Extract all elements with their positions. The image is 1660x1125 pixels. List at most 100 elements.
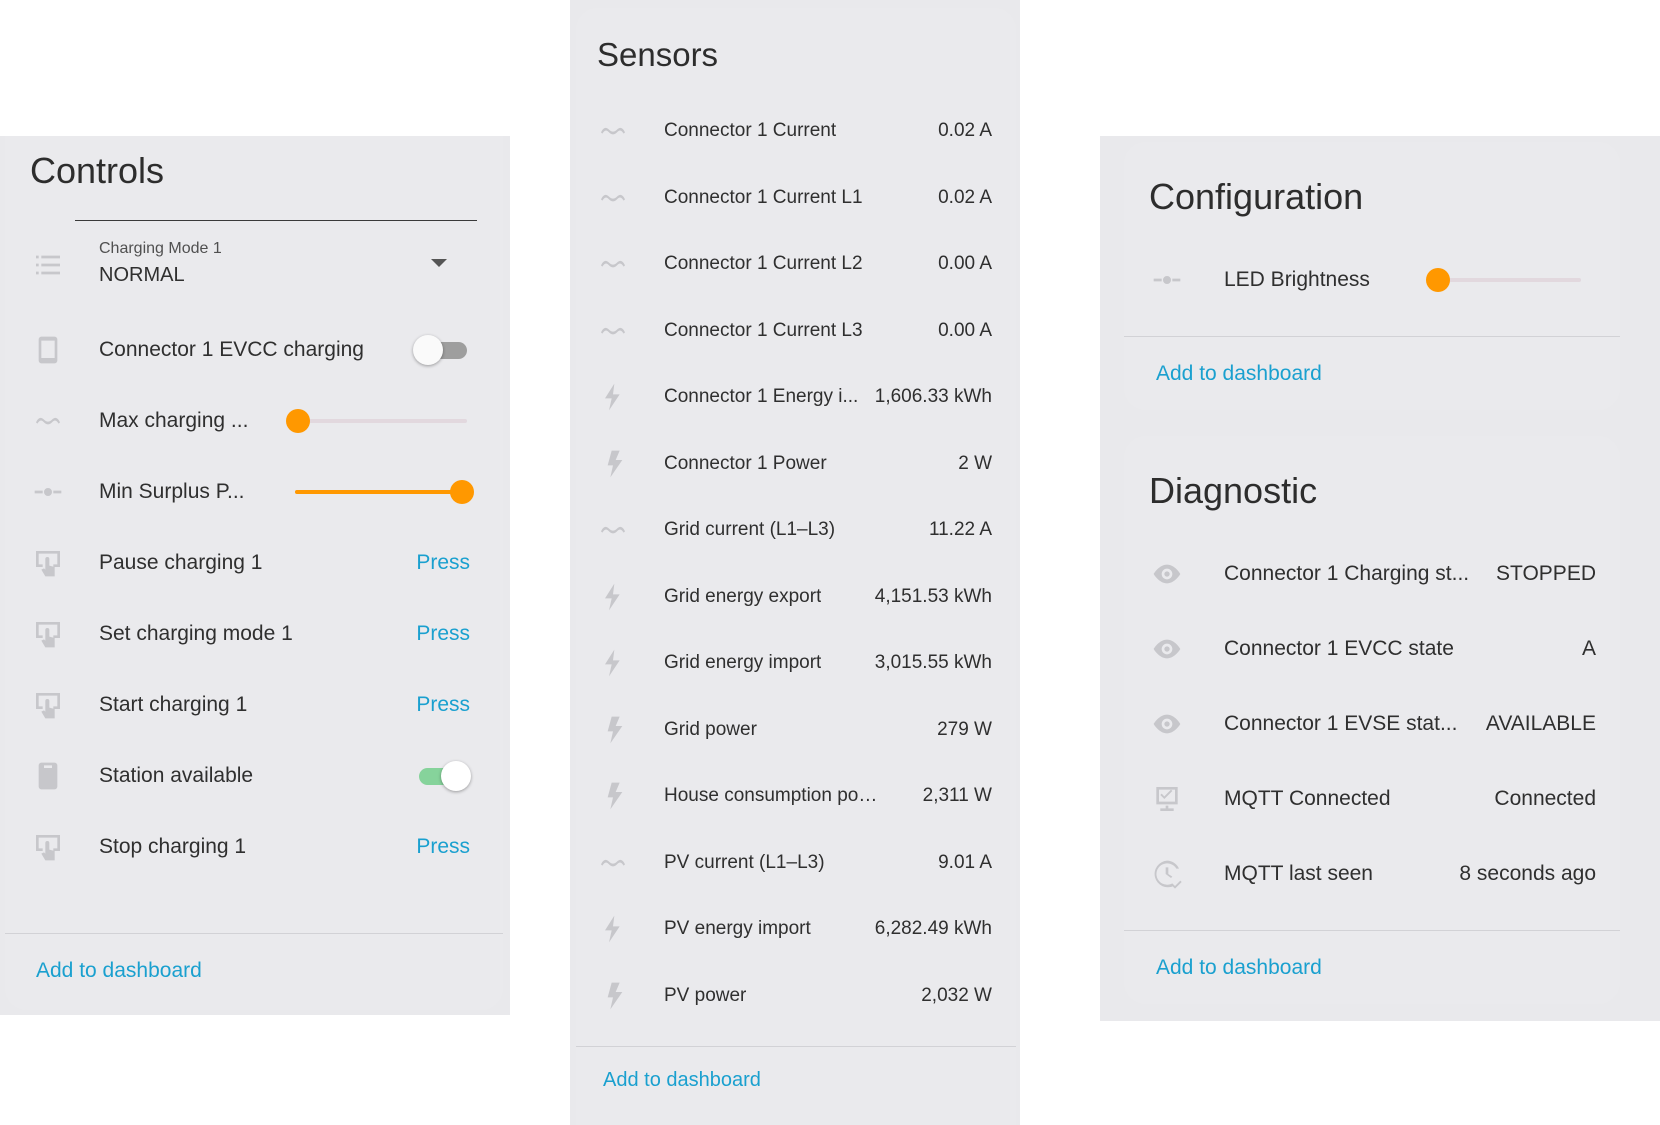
diagnostic-value: Connected [1494,786,1596,810]
diagnostic-row[interactable]: MQTT Connected Connected [1124,761,1620,836]
gesture-tap-icon [32,831,64,863]
sensors-title: Sensors [597,36,719,73]
controls-row: Connector 1 EVCC charging [5,314,503,385]
controls-row-label: Set charging mode 1 [99,621,293,645]
flash-icon [597,448,629,480]
controls-row-label: Connector 1 EVCC charging [99,337,364,361]
diagnostic-label: MQTT Connected [1224,786,1391,810]
configuration-divider [1124,336,1620,337]
sensor-label: Grid energy import [664,652,822,673]
sensor-label: PV current (L1–L3) [664,851,825,873]
current-ac-icon [597,514,629,546]
charging-mode-label: Charging Mode 1 [99,240,222,257]
list-icon [32,249,64,281]
gesture-tap-icon [32,689,64,721]
diagnostic-label: Connector 1 EVCC state [1224,636,1454,660]
diagnostic-card: Diagnostic Connector 1 Charging st... STO… [1124,436,1620,1004]
sensor-row[interactable]: Connector 1 Current L1 0.02 A [576,165,1016,231]
sensors-add-to-dashboard[interactable]: Add to dashboard [603,1069,761,1092]
sensor-label: Connector 1 Power [664,452,827,474]
flash-icon [597,714,629,746]
sensor-row[interactable]: PV current (L1–L3) 9.01 A [576,830,1016,896]
sensor-row[interactable]: Connector 1 Current L2 0.00 A [576,231,1016,297]
current-ac-icon [597,248,629,280]
slider-icon [1151,264,1183,296]
sensor-row[interactable]: Connector 1 Current L3 0.00 A [576,298,1016,364]
sensor-value: 279 W [937,718,992,740]
diagnostic-row[interactable]: Connector 1 EVCC state A [1124,611,1620,686]
configuration-card: Configuration LED Brightness Add to dash… [1124,142,1620,410]
sensor-row[interactable]: House consumption power 2,311 W [576,763,1016,829]
sensor-value: 0.02 A [938,186,992,208]
sensors-card: Sensors Connector 1 Current 0.02 A Connect… [576,8,1016,1125]
sensor-value: 9.01 A [938,851,992,873]
sensor-label: PV energy import [664,918,811,939]
sensor-label: Connector 1 Current L1 [664,186,863,208]
press-button[interactable]: Press [416,693,470,717]
configuration-title: Configuration [1149,176,1364,217]
sensor-row[interactable]: Grid energy import 3,015.55 kWh [576,630,1016,696]
lightning-icon [597,913,629,945]
controls-add-to-dashboard[interactable]: Add to dashboard [36,959,202,983]
controls-row-label: Stop charging 1 [99,834,247,858]
press-button[interactable]: Press [416,622,470,646]
sensor-row[interactable]: Grid current (L1–L3) 11.22 A [576,497,1016,563]
diagnostic-row[interactable]: Connector 1 EVSE stat... AVAILABLE [1124,686,1620,761]
controls-row: Stop charging 1 Press [5,811,503,882]
sensor-label: Connector 1 Current L3 [664,319,863,341]
controls-row-label: Min Surplus P... [99,479,245,503]
sensor-value: 2,311 W [922,785,992,806]
value-slider[interactable] [295,478,474,506]
charging-mode-select[interactable]: Charging Mode 1 NORMAL [5,220,503,312]
sensor-value: 0.02 A [938,120,992,141]
sensor-row[interactable]: Connector 1 Power 2 W [576,431,1016,497]
brightness-slider[interactable] [1426,266,1581,294]
diagnostic-value: AVAILABLE [1485,711,1596,735]
sensor-row[interactable]: PV power 2,032 W [576,963,1016,1029]
sensor-row[interactable]: Connector 1 Current 0.02 A [576,98,1016,164]
sensor-value: 0.00 A [938,253,992,274]
sensor-row[interactable]: Grid energy export 4,151.53 kWh [576,564,1016,630]
diagnostic-label: MQTT last seen [1224,861,1373,885]
controls-row: Pause charging 1 Press [5,527,503,598]
slider-fill [295,489,462,494]
diagnostic-label: Connector 1 Charging st... [1224,561,1470,585]
select-underline [75,220,477,221]
sensor-value: 1,606.33 kWh [874,386,992,407]
diagnostic-row[interactable]: Connector 1 Charging st... STOPPED [1124,536,1620,611]
press-button[interactable]: Press [416,551,470,575]
toggle-switch[interactable] [413,760,471,791]
configuration-add-to-dashboard[interactable]: Add to dashboard [1156,362,1322,386]
controls-divider [5,933,503,934]
sensor-value: 4,151.53 kWh [874,585,992,607]
sensor-value: 3,015.55 kWh [874,652,992,673]
sensor-label: Connector 1 Current [664,120,837,141]
slider-thumb[interactable] [1426,267,1450,292]
press-button[interactable]: Press [416,835,470,859]
diagnostic-title: Diagnostic [1149,470,1318,511]
current-ac-icon [597,182,629,214]
diagnostic-add-to-dashboard[interactable]: Add to dashboard [1156,956,1322,980]
toggle-switch[interactable] [413,334,471,365]
diagnostic-row[interactable]: MQTT last seen 8 seconds ago [1124,836,1620,911]
sensor-row[interactable]: Grid power 279 W [576,697,1016,763]
monitor-check-icon [1151,783,1183,815]
current-icon [32,405,64,437]
sensor-value: 0.00 A [938,319,992,341]
slider-thumb[interactable] [450,479,474,504]
sensor-row[interactable]: PV energy import 6,282.49 kWh [576,896,1016,962]
cellphone-icon [32,760,64,792]
sensor-label: Grid current (L1–L3) [664,519,836,540]
gesture-tap-icon [32,618,64,650]
value-slider[interactable] [286,407,467,435]
slider-thumb[interactable] [286,408,311,433]
config-row: LED Brightness [1124,242,1620,317]
controls-card: Controls Charging Mode 1 NORMAL Connecto… [5,136,503,1010]
controls-title: Controls [30,150,165,191]
slider-icon [32,476,64,508]
lightning-icon [597,581,629,613]
diagnostic-value: 8 seconds ago [1459,861,1596,885]
sensor-row[interactable]: Connector 1 Energy i... 1,606.33 kWh [576,364,1016,430]
sensor-label: PV power [664,984,747,1006]
eye-icon [1151,708,1183,740]
